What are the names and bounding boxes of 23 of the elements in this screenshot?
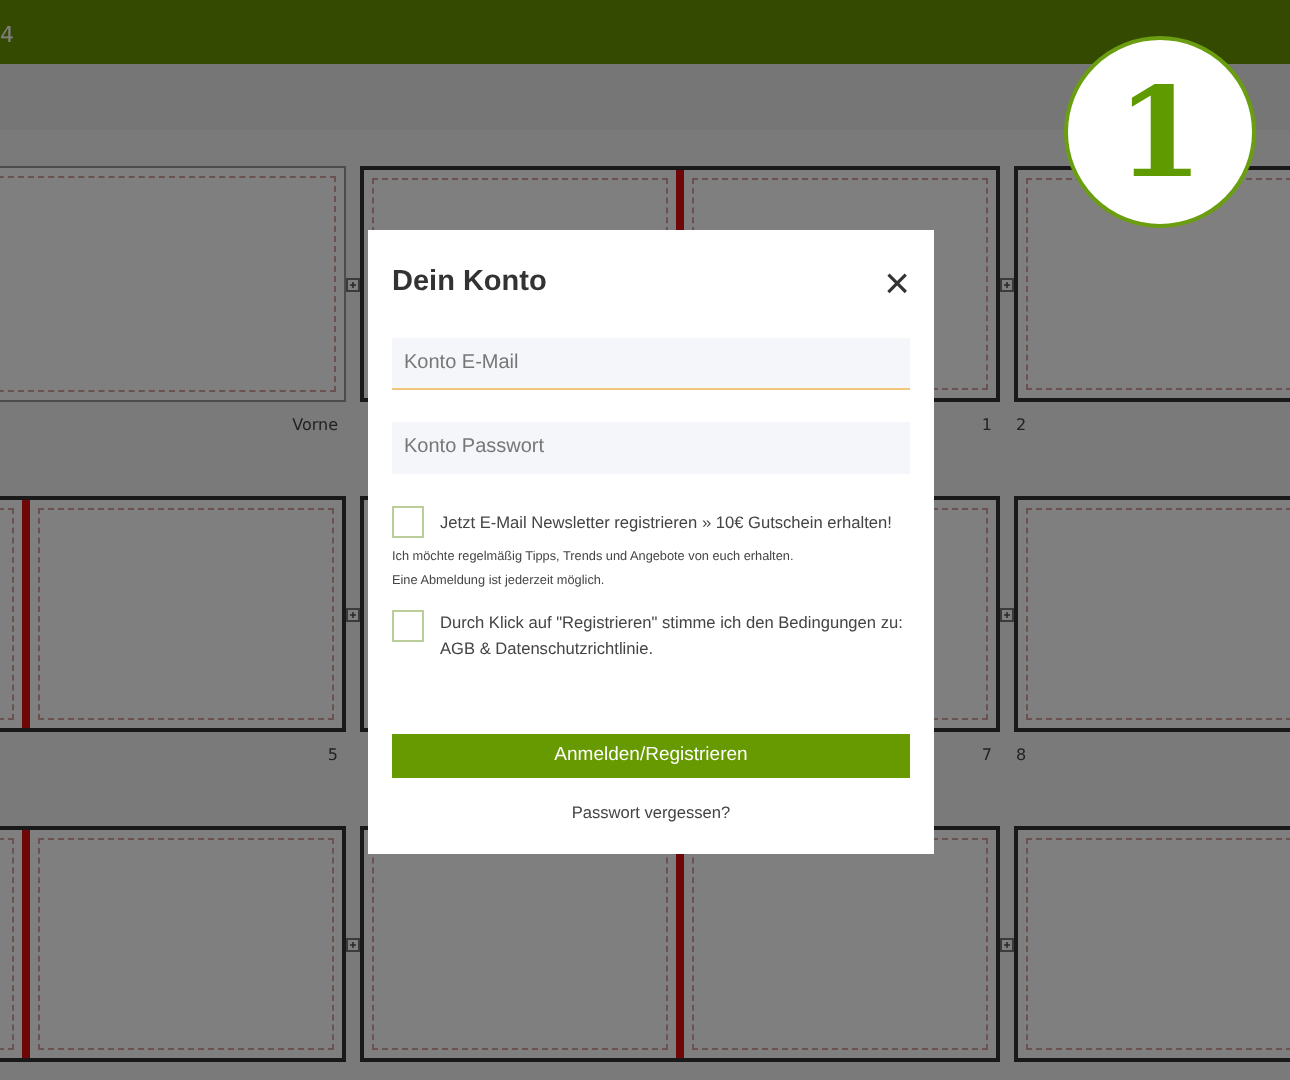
terms-label: Durch Klick auf "Registrieren" stimme ich den Bedingungen zu: AGB & Datenschutzrichtlinie.: [440, 610, 905, 663]
page-number: 1: [981, 414, 992, 438]
add-page-icon[interactable]: [346, 607, 360, 621]
page-spread[interactable]: [360, 826, 1000, 1062]
add-page-icon[interactable]: [1000, 277, 1014, 291]
close-button[interactable]: ×: [884, 262, 910, 306]
add-page-icon[interactable]: [1000, 607, 1014, 621]
forgot-password-link[interactable]: Passwort vergessen?: [571, 802, 731, 822]
header-text: 4: [0, 22, 14, 48]
newsletter-label: Jetzt E-Mail Newsletter registrieren » 10€ Gutschein erhalten!: [440, 509, 892, 535]
page-number: 2: [1016, 414, 1027, 438]
terms-checkbox[interactable]: [392, 610, 424, 643]
page-number: 8: [1016, 744, 1027, 768]
page-number: 7: [981, 744, 992, 768]
newsletter-checkbox[interactable]: [392, 506, 424, 538]
dialog-title: Dein Konto: [392, 266, 547, 302]
add-page-icon[interactable]: [346, 937, 360, 951]
add-page-icon[interactable]: [346, 277, 360, 291]
page-number: Vorne: [292, 414, 338, 438]
page-number: 5: [327, 744, 338, 768]
add-page-icon[interactable]: [1000, 937, 1014, 951]
input-field[interactable]: Konto Passwort: [392, 422, 910, 474]
input-field[interactable]: Konto E-Mail: [392, 338, 910, 390]
